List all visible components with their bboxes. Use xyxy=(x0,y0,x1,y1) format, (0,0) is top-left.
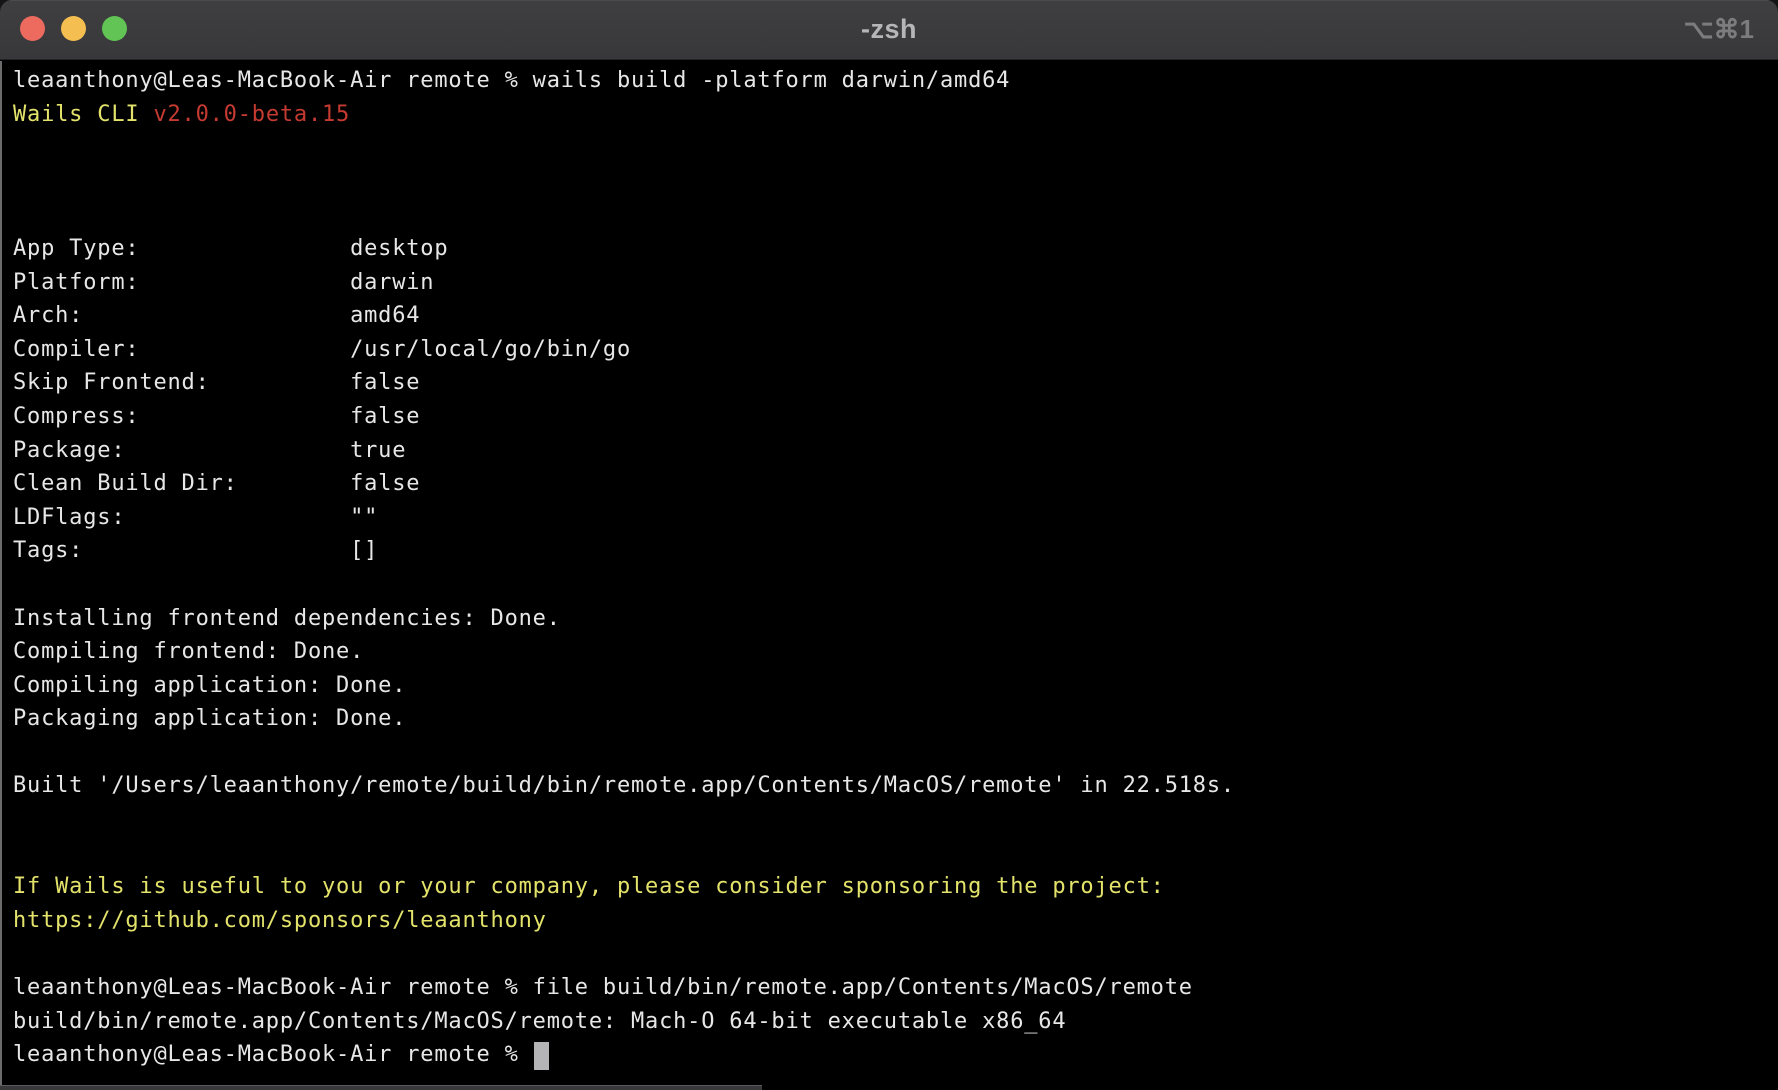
terminal-line xyxy=(13,803,1778,837)
terminal-line xyxy=(13,131,1778,165)
window-shortcut-badge: ⌥⌘1 xyxy=(1684,13,1754,44)
minimize-button[interactable] xyxy=(61,16,86,41)
terminal-line xyxy=(13,568,1778,602)
close-button[interactable] xyxy=(20,16,45,41)
terminal-line: Skip Frontend: false xyxy=(13,366,1778,400)
terminal-line: Arch: amd64 xyxy=(13,299,1778,333)
terminal-line: If Wails is useful to you or your compan… xyxy=(13,870,1778,904)
terminal-output: leaanthony@Leas-MacBook-Air remote % wai… xyxy=(13,64,1778,1072)
terminal-line: Package: true xyxy=(13,434,1778,468)
terminal-line: LDFlags: "" xyxy=(13,501,1778,535)
terminal-line xyxy=(13,937,1778,971)
background-window-left-edge xyxy=(0,61,2,1090)
window-titlebar[interactable]: -zsh ⌥⌘1 xyxy=(0,0,1778,60)
terminal-line: Clean Build Dir: false xyxy=(13,467,1778,501)
traffic-light-buttons xyxy=(20,16,127,41)
terminal-line: Compress: false xyxy=(13,400,1778,434)
terminal-line: leaanthony@Leas-MacBook-Air remote % fil… xyxy=(13,971,1778,1005)
terminal-line: Compiling application: Done. xyxy=(13,669,1778,703)
terminal-line xyxy=(13,165,1778,199)
terminal-cursor xyxy=(534,1042,549,1070)
terminal-line xyxy=(13,198,1778,232)
terminal-line xyxy=(13,837,1778,871)
terminal-line: Platform: darwin xyxy=(13,266,1778,300)
terminal-line: Tags: [] xyxy=(13,534,1778,568)
terminal-line: leaanthony@Leas-MacBook-Air remote % xyxy=(13,1038,1778,1072)
terminal-line: Compiler: /usr/local/go/bin/go xyxy=(13,333,1778,367)
terminal-line: build/bin/remote.app/Contents/MacOS/remo… xyxy=(13,1005,1778,1039)
terminal-line: Installing frontend dependencies: Done. xyxy=(13,602,1778,636)
zoom-button[interactable] xyxy=(102,16,127,41)
terminal-line: Wails CLI v2.0.0-beta.15 xyxy=(13,98,1778,132)
window-title: -zsh xyxy=(0,14,1778,45)
terminal-line: https://github.com/sponsors/leaanthony xyxy=(13,904,1778,938)
terminal-line: App Type: desktop xyxy=(13,232,1778,266)
terminal-screen[interactable]: leaanthony@Leas-MacBook-Air remote % wai… xyxy=(0,61,1778,1090)
terminal-line: Built '/Users/leaanthony/remote/build/bi… xyxy=(13,769,1778,803)
background-window-bottom-edge xyxy=(0,1085,762,1090)
terminal-line: leaanthony@Leas-MacBook-Air remote % wai… xyxy=(13,64,1778,98)
terminal-window: -zsh ⌥⌘1 leaanthony@Leas-MacBook-Air rem… xyxy=(0,0,1778,1090)
terminal-line: Compiling frontend: Done. xyxy=(13,635,1778,669)
terminal-line: Packaging application: Done. xyxy=(13,702,1778,736)
terminal-line xyxy=(13,736,1778,770)
